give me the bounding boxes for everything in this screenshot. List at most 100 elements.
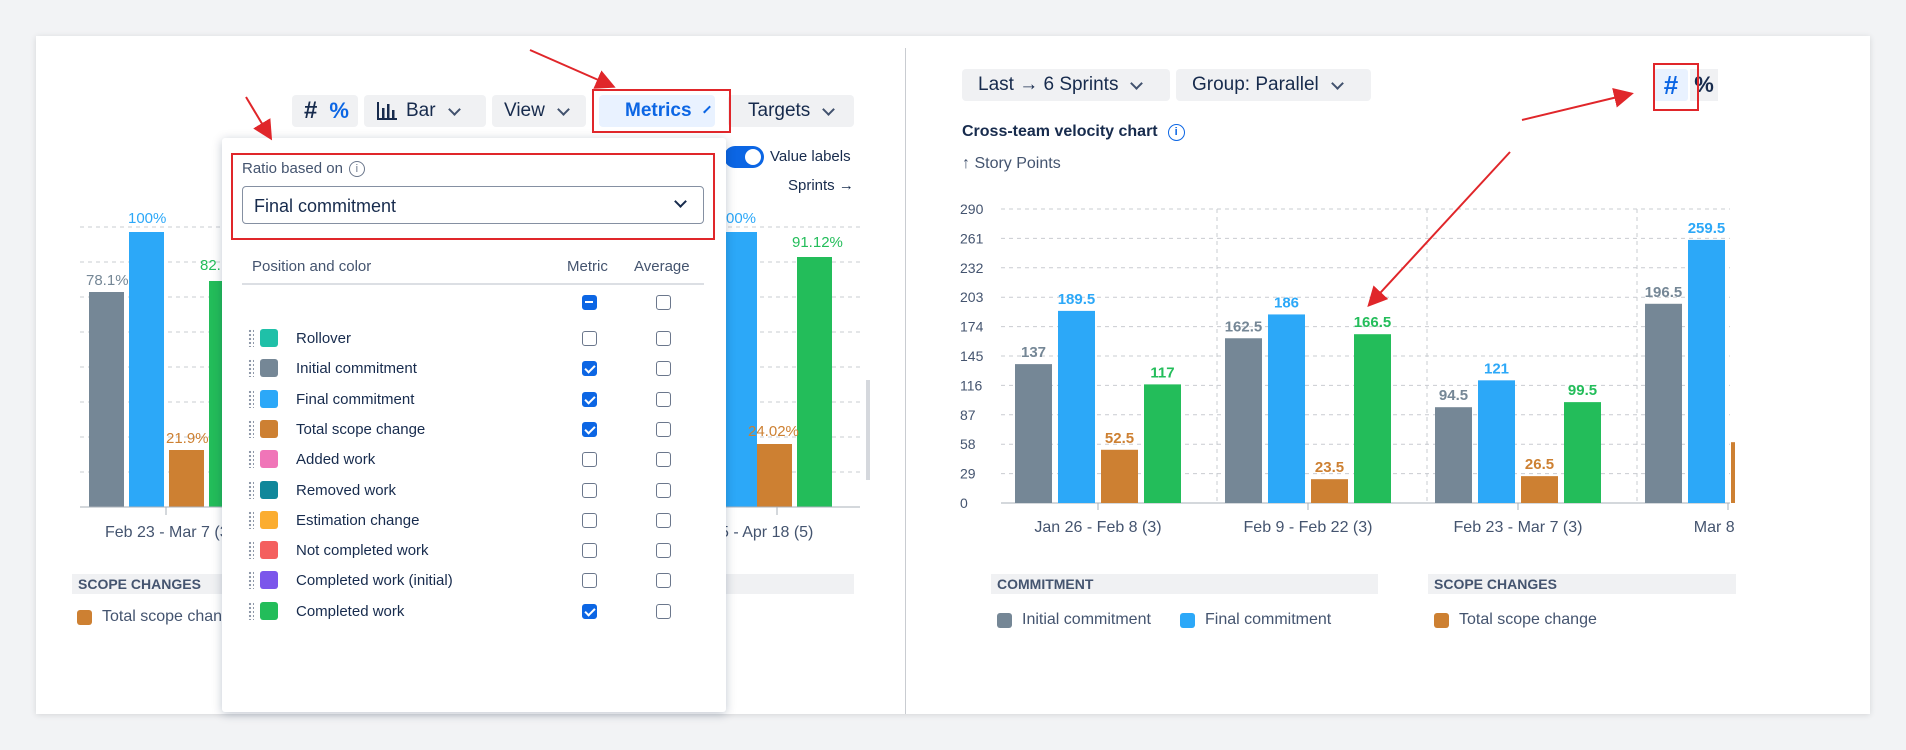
average-checkbox[interactable]: [656, 512, 671, 528]
metric-row-label: Rollover: [296, 330, 352, 347]
metric-row-label: Not completed work: [296, 542, 429, 560]
value-label: 21.9%: [166, 430, 209, 447]
metric-checkbox[interactable]: [582, 421, 597, 437]
legend-total-scope-change[interactable]: Total scope change: [1434, 611, 1597, 629]
bar[interactable]: [1311, 479, 1348, 503]
info-icon[interactable]: i: [1167, 123, 1185, 141]
drag-handle-icon[interactable]: [248, 450, 254, 469]
bar[interactable]: [1015, 364, 1052, 503]
drag-handle-icon[interactable]: [248, 601, 254, 620]
percent-icon[interactable]: %: [329, 98, 349, 124]
drag-handle-icon[interactable]: [248, 541, 254, 560]
legend-heading-bar: [726, 574, 854, 594]
select-all-average-checkbox[interactable]: [656, 295, 671, 310]
average-checkbox[interactable]: [656, 482, 671, 498]
value-labels-label: Value labels: [770, 148, 851, 165]
legend-swatch: [1434, 612, 1449, 628]
header-divider: [242, 283, 704, 285]
value-labels-toggle[interactable]: [724, 146, 764, 168]
group-button[interactable]: Group: Parallel: [1176, 69, 1371, 101]
metric-checkbox[interactable]: [582, 391, 597, 407]
metric-checkbox[interactable]: [582, 331, 597, 346]
metric-row-label: Added work: [296, 451, 376, 469]
average-checkbox[interactable]: [656, 421, 671, 437]
bar-value-label: 166.5: [1354, 314, 1392, 331]
metric-checkbox[interactable]: [582, 573, 597, 589]
right-scrollbar[interactable]: [866, 380, 870, 480]
y-tick-label: 174: [960, 319, 984, 335]
chevron-down-icon: [1330, 76, 1344, 90]
drag-handle-icon[interactable]: [248, 389, 254, 408]
bar[interactable]: [1354, 334, 1391, 503]
bar[interactable]: [1478, 380, 1515, 503]
bar[interactable]: [1521, 476, 1558, 503]
color-swatch[interactable]: [260, 601, 278, 620]
legend-total-scope-change[interactable]: Total scope chan: [77, 608, 225, 626]
bar-value-label: 52.5: [1105, 430, 1134, 447]
drag-handle-icon[interactable]: [248, 419, 254, 438]
average-checkbox[interactable]: [656, 361, 671, 377]
average-checkbox[interactable]: [656, 543, 671, 559]
color-swatch[interactable]: [260, 359, 278, 378]
bar[interactable]: [1688, 239, 1725, 503]
chart-title-text: Cross-team velocity chart: [962, 123, 1158, 140]
drag-handle-icon[interactable]: [248, 480, 254, 499]
chart-title: Cross-team velocity chart i: [962, 123, 1185, 141]
metric-row-label: Removed work: [296, 481, 397, 499]
hash-icon[interactable]: #: [304, 97, 317, 125]
bar[interactable]: [1101, 449, 1138, 503]
x-tick-label: Feb 23 - Mar 7 (3): [1454, 519, 1583, 536]
number-percent-toggle[interactable]: # %: [292, 95, 358, 127]
view-button[interactable]: View: [492, 95, 586, 127]
color-swatch[interactable]: [260, 329, 278, 347]
y-tick-label: 232: [960, 260, 984, 276]
average-checkbox[interactable]: [656, 603, 671, 619]
bar[interactable]: [1435, 407, 1472, 503]
metric-checkbox[interactable]: [582, 512, 597, 528]
bar[interactable]: [1144, 384, 1181, 503]
metric-row: Rollover: [222, 327, 726, 351]
sprint-range-button[interactable]: Last → 6 Sprints: [962, 69, 1170, 101]
drag-handle-icon[interactable]: [248, 510, 254, 529]
bar[interactable]: [1645, 303, 1682, 503]
metric-checkbox[interactable]: [582, 361, 597, 377]
bar[interactable]: [1058, 310, 1095, 503]
drag-handle-icon[interactable]: [248, 359, 254, 378]
bar[interactable]: [1564, 402, 1601, 503]
average-checkbox[interactable]: [656, 573, 671, 589]
color-swatch[interactable]: [260, 389, 278, 408]
bar-value-label: 23.5: [1315, 459, 1344, 476]
average-checkbox[interactable]: [656, 331, 671, 346]
metric-checkbox[interactable]: [582, 543, 597, 559]
targets-button[interactable]: Targets: [728, 95, 854, 127]
metric-row-label: Completed work (initial): [296, 572, 453, 590]
drag-handle-icon[interactable]: [248, 329, 254, 347]
color-swatch[interactable]: [260, 450, 278, 469]
color-swatch[interactable]: [260, 510, 278, 529]
metric-row: Completed work: [222, 600, 726, 624]
metric-checkbox[interactable]: [582, 482, 597, 498]
sprints-link[interactable]: Sprints →: [788, 177, 854, 194]
color-swatch[interactable]: [260, 571, 278, 590]
select-all-metric-checkbox[interactable]: [582, 295, 597, 310]
average-checkbox[interactable]: [656, 391, 671, 407]
chevron-down-icon: [556, 102, 570, 116]
legend-final-commitment[interactable]: Final commitment: [1180, 611, 1331, 629]
x-axis-label: 5 - Apr 18 (5): [720, 524, 813, 541]
y-tick-label: 58: [960, 436, 976, 452]
legend-label: Final commitment: [1205, 611, 1332, 628]
chart-type-button[interactable]: Bar: [364, 95, 486, 127]
average-checkbox[interactable]: [656, 452, 671, 468]
metric-checkbox[interactable]: [582, 452, 597, 468]
color-swatch[interactable]: [260, 541, 278, 560]
metric-row: Completed work (initial): [222, 569, 726, 593]
x-tick-label: Feb 9 - Feb 22 (3): [1244, 519, 1373, 536]
bar[interactable]: [1225, 338, 1262, 503]
view-label: View: [504, 100, 545, 121]
metric-checkbox[interactable]: [582, 603, 597, 619]
color-swatch[interactable]: [260, 419, 278, 438]
legend-initial-commitment[interactable]: Initial commitment: [997, 611, 1151, 629]
bar[interactable]: [1268, 314, 1305, 503]
drag-handle-icon[interactable]: [248, 571, 254, 590]
color-swatch[interactable]: [260, 480, 278, 499]
